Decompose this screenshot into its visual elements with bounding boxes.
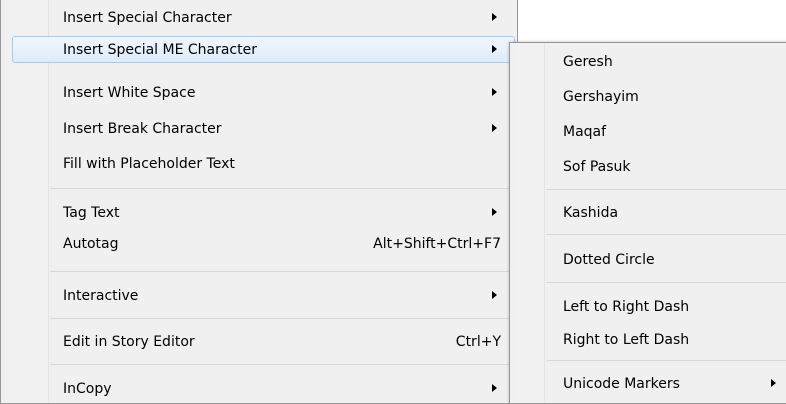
menu-separator (547, 360, 786, 361)
menu-item-label: Interactive (63, 288, 139, 304)
menu-item-label: Kashida (563, 205, 619, 221)
submenu-item-gershayim[interactable]: Gershayim (510, 85, 786, 110)
submenu-arrow-icon (492, 13, 497, 21)
menu-separator (50, 318, 513, 319)
menu-item-label: Edit in Story Editor (63, 334, 195, 350)
menu-item-edit-in-story-editor[interactable]: Edit in Story Editor Ctrl+Y (14, 330, 514, 355)
menu-item-shortcut: Ctrl+Y (455, 334, 501, 350)
special-me-character-submenu: Geresh Gershayim Maqaf Sof Pasuk Kashida… (509, 42, 786, 404)
menu-separator (547, 282, 786, 283)
menu-item-label: Geresh (563, 54, 613, 70)
menu-item-label: Autotag (63, 236, 119, 252)
menu-separator (50, 364, 513, 365)
menu-item-fill-with-placeholder-text[interactable]: Fill with Placeholder Text (14, 152, 514, 177)
submenu-arrow-icon (492, 384, 497, 392)
submenu-item-sof-pasuk[interactable]: Sof Pasuk (510, 155, 786, 180)
menu-item-label: Left to Right Dash (563, 299, 690, 315)
menu-item-label: Sof Pasuk (563, 159, 631, 175)
context-menu: Insert Special Character Insert Special … (0, 0, 518, 404)
menu-separator (547, 189, 786, 190)
menu-item-insert-break-character[interactable]: Insert Break Character (14, 117, 514, 142)
submenu-item-right-to-left-dash[interactable]: Right to Left Dash (510, 328, 786, 353)
menu-item-insert-special-me-character[interactable]: Insert Special ME Character (12, 36, 515, 63)
submenu-item-unicode-markers[interactable]: Unicode Markers (510, 372, 786, 397)
menu-item-shortcut: Alt+Shift+Ctrl+F7 (373, 236, 501, 252)
menu-item-label: Gershayim (563, 89, 639, 105)
menu-item-label: Maqaf (563, 124, 607, 140)
menu-item-label: Insert White Space (63, 85, 196, 101)
menu-separator (50, 271, 513, 272)
submenu-item-dotted-circle[interactable]: Dotted Circle (510, 248, 786, 273)
menu-item-label: InCopy (63, 381, 112, 397)
submenu-item-kashida[interactable]: Kashida (510, 201, 786, 226)
menu-item-label: Dotted Circle (563, 252, 655, 268)
menu-item-autotag[interactable]: Autotag Alt+Shift+Ctrl+F7 (14, 232, 514, 257)
menu-item-label: Insert Break Character (63, 121, 222, 137)
menu-item-label: Insert Special Character (63, 10, 232, 26)
menu-item-label: Right to Left Dash (563, 332, 690, 348)
menu-item-tag-text[interactable]: Tag Text (14, 201, 514, 226)
submenu-item-geresh[interactable]: Geresh (510, 50, 786, 75)
menu-item-label: Tag Text (63, 205, 120, 221)
submenu-item-left-to-right-dash[interactable]: Left to Right Dash (510, 295, 786, 320)
menu-item-interactive[interactable]: Interactive (14, 284, 514, 309)
menu-item-label: Fill with Placeholder Text (63, 156, 235, 172)
menu-separator (547, 234, 786, 235)
submenu-arrow-icon (492, 88, 497, 96)
menu-item-insert-special-character[interactable]: Insert Special Character (14, 6, 514, 31)
submenu-arrow-icon (492, 124, 497, 132)
submenu-arrow-icon (492, 45, 497, 53)
submenu-arrow-icon (492, 291, 497, 299)
menu-item-label: Unicode Markers (563, 376, 680, 392)
menu-item-label: Insert Special ME Character (63, 42, 257, 58)
menu-item-insert-white-space[interactable]: Insert White Space (14, 81, 514, 106)
menu-item-incopy[interactable]: InCopy (14, 377, 514, 402)
submenu-arrow-icon (492, 208, 497, 216)
submenu-arrow-icon (771, 379, 776, 387)
submenu-item-maqaf[interactable]: Maqaf (510, 120, 786, 145)
menu-separator (50, 188, 513, 189)
